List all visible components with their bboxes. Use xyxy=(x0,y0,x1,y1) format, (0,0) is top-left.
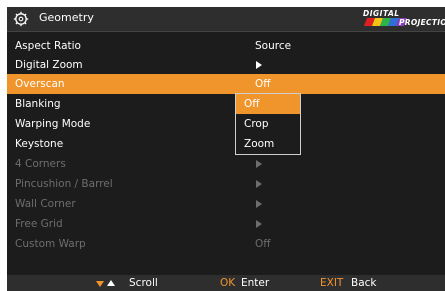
menu-item-label: 4 Corners xyxy=(15,158,66,170)
submenu-arrow-icon xyxy=(256,180,262,188)
ok-key-label: OK xyxy=(220,277,236,289)
submenu-arrow-icon xyxy=(256,61,262,69)
menu-item-label: Keystone xyxy=(15,138,64,150)
menu-item-free-grid: Free Grid xyxy=(7,214,445,234)
menu-item-custom-warp: Custom Warp Off xyxy=(7,234,445,254)
submenu-arrow-icon xyxy=(256,200,262,208)
menu-item-value: Off xyxy=(255,238,271,250)
down-arrow-icon xyxy=(96,281,104,287)
dropdown-option-crop[interactable]: Crop xyxy=(236,114,300,134)
dropdown-option-label: Crop xyxy=(244,118,269,130)
dropdown-option-label: Off xyxy=(244,98,260,110)
dropdown-option-zoom[interactable]: Zoom xyxy=(236,134,300,154)
overscan-dropdown: Off Crop Zoom xyxy=(235,93,301,155)
menu-item-overscan[interactable]: Overscan Off xyxy=(7,74,445,94)
up-arrow-icon xyxy=(107,280,115,286)
menu-title: Geometry xyxy=(39,11,94,24)
menu-item-label: Free Grid xyxy=(15,218,63,230)
logo-word-projection: PROJECTION xyxy=(399,18,445,27)
menu-item-blanking[interactable]: Blanking xyxy=(7,94,445,114)
button-hint-bar: Scroll OK Enter EXIT Back xyxy=(7,275,445,291)
menu-item-label: Overscan xyxy=(15,78,65,90)
menu-item-value: Off xyxy=(255,78,271,90)
osd-menu-window: Geometry DIGITAL PROJECTION Aspect Ratio… xyxy=(7,7,445,291)
dropdown-option-off[interactable]: Off xyxy=(236,94,300,114)
menu-item-label: Wall Corner xyxy=(15,198,76,210)
submenu-arrow-icon xyxy=(256,220,262,228)
exit-key-label: EXIT xyxy=(320,277,344,289)
menu-item-wall-corner: Wall Corner xyxy=(7,194,445,214)
dropdown-option-label: Zoom xyxy=(244,138,275,150)
menu-item-digital-zoom[interactable]: Digital Zoom xyxy=(7,55,445,75)
menu-item-pincushion-barrel: Pincushion / Barrel xyxy=(7,174,445,194)
menu-item-keystone[interactable]: Keystone xyxy=(7,134,445,154)
menu-item-aspect-ratio[interactable]: Aspect Ratio Source xyxy=(7,36,445,56)
menu-item-warping-mode[interactable]: Warping Mode xyxy=(7,114,445,134)
submenu-arrow-icon xyxy=(256,160,262,168)
back-hint-label: Back xyxy=(351,277,377,289)
menu-item-label: Custom Warp xyxy=(15,238,86,250)
digital-projection-logo: DIGITAL PROJECTION xyxy=(361,9,445,29)
enter-hint-label: Enter xyxy=(241,277,270,289)
menu-item-label: Blanking xyxy=(15,98,61,110)
menu-item-label: Aspect Ratio xyxy=(15,40,81,52)
logo-word-digital: DIGITAL xyxy=(363,9,400,18)
menu-header: Geometry DIGITAL PROJECTION xyxy=(7,7,445,32)
menu-item-label: Pincushion / Barrel xyxy=(15,178,113,190)
menu-item-value: Source xyxy=(255,40,292,52)
menu-item-label: Warping Mode xyxy=(15,118,91,130)
menu-item-4-corners: 4 Corners xyxy=(7,154,445,174)
scroll-hint-label: Scroll xyxy=(129,277,158,289)
menu-item-label: Digital Zoom xyxy=(15,59,83,71)
geometry-icon xyxy=(13,11,29,27)
